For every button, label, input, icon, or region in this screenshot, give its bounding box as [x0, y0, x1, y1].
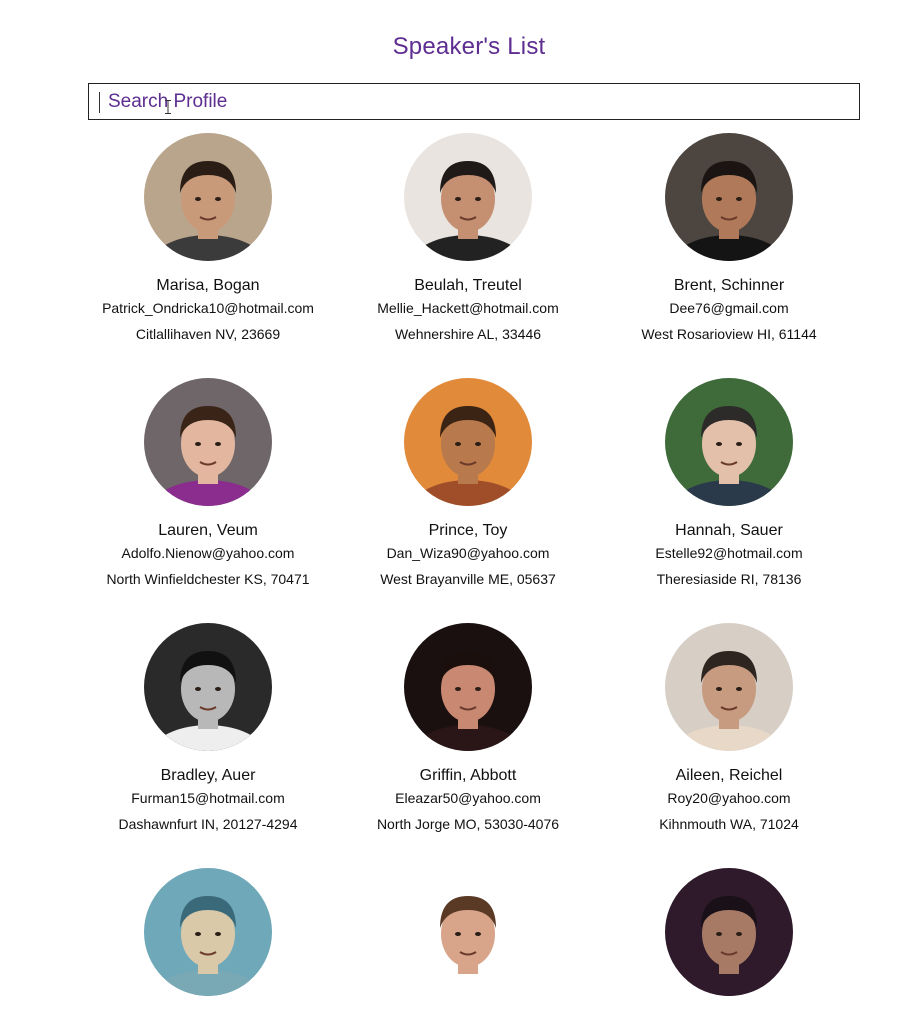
speaker-email[interactable]: Dee76@gmail.com — [579, 299, 879, 317]
speaker-email[interactable]: Estelle92@hotmail.com — [579, 544, 879, 562]
avatar-photo-icon — [665, 623, 793, 751]
speaker-name: Hannah, Sauer — [675, 522, 783, 539]
avatar — [665, 378, 793, 506]
page-title: Speaker's List — [392, 33, 546, 60]
avatar — [144, 623, 272, 751]
avatar-photo-icon — [404, 868, 532, 996]
speaker-card[interactable]: Prince, Toy Dan_Wiza90@yahoo.com West Bray… — [318, 378, 618, 588]
avatar — [404, 133, 532, 261]
speaker-name: Griffin, Abbott — [419, 767, 517, 784]
avatar-photo-icon — [404, 133, 532, 261]
speaker-email[interactable]: Dan_Wiza90@yahoo.com — [318, 544, 618, 562]
speaker-card[interactable] — [318, 868, 618, 1011]
speaker-address: Dashawnfurt IN, 20127-4294 — [118, 816, 298, 832]
avatar-photo-icon — [665, 133, 793, 261]
avatar-photo-icon — [144, 623, 272, 751]
avatar — [665, 623, 793, 751]
speaker-card[interactable]: Lauren, Veum Adolfo.Nienow@yahoo.com North… — [58, 378, 358, 588]
avatar — [144, 868, 272, 996]
avatar — [144, 378, 272, 506]
avatar — [665, 868, 793, 996]
avatar-photo-icon — [144, 133, 272, 261]
avatar — [665, 133, 793, 261]
speaker-email[interactable]: Roy20@yahoo.com — [579, 789, 879, 807]
speaker-email[interactable]: Furman15@hotmail.com — [58, 789, 358, 807]
search-box[interactable] — [88, 83, 860, 120]
avatar-photo-icon — [665, 378, 793, 506]
avatar-photo-icon — [404, 378, 532, 506]
avatar — [144, 133, 272, 261]
speaker-email[interactable]: Mellie_Hackett@hotmail.com — [318, 299, 618, 317]
speaker-name: Lauren, Veum — [158, 522, 258, 539]
speaker-email[interactable]: Adolfo.Nienow@yahoo.com — [58, 544, 358, 562]
speaker-name: Marisa, Bogan — [156, 277, 260, 294]
speaker-name: Brent, Schinner — [673, 277, 785, 294]
speaker-card[interactable] — [579, 868, 879, 1011]
speaker-address: West Rosarioview HI, 61144 — [641, 326, 817, 342]
speaker-email[interactable]: Patrick_Ondricka10@hotmail.com — [58, 299, 358, 317]
speaker-address: Wehnershire AL, 33446 — [394, 326, 542, 342]
speaker-name: Bradley, Auer — [160, 767, 256, 784]
avatar-photo-icon — [665, 868, 793, 996]
speaker-card[interactable]: Griffin, Abbott Eleazar50@yahoo.com North … — [318, 623, 618, 833]
speaker-address: North Winfieldchester KS, 70471 — [106, 571, 310, 587]
speaker-card[interactable]: Brent, Schinner Dee76@gmail.com West Rosar… — [579, 133, 879, 343]
avatar — [404, 378, 532, 506]
avatar-photo-icon — [144, 378, 272, 506]
text-cursor-icon — [165, 100, 171, 114]
speaker-name: Prince, Toy — [428, 522, 508, 539]
speaker-email[interactable]: Eleazar50@yahoo.com — [318, 789, 618, 807]
avatar — [404, 623, 532, 751]
speaker-card[interactable]: Aileen, Reichel Roy20@yahoo.com Kihnmouth … — [579, 623, 879, 833]
speaker-card[interactable]: Beulah, Treutel Mellie_Hackett@hotmail.co… — [318, 133, 618, 343]
speaker-address: Citlallihaven NV, 23669 — [135, 326, 281, 342]
speaker-name: Aileen, Reichel — [675, 767, 783, 784]
text-caret — [99, 92, 100, 113]
speaker-card[interactable]: Bradley, Auer Furman15@hotmail.com Dashawn… — [58, 623, 358, 833]
speaker-address: West Brayanville ME, 05637 — [380, 571, 556, 587]
speaker-address: North Jorge MO, 53030-4076 — [376, 816, 560, 832]
search-input[interactable] — [108, 88, 848, 116]
avatar — [404, 868, 532, 996]
speaker-name: Beulah, Treutel — [414, 277, 522, 294]
avatar-photo-icon — [404, 623, 532, 751]
avatar-photo-icon — [144, 868, 272, 996]
speaker-card[interactable]: Hannah, Sauer Estelle92@hotmail.com Theres… — [579, 378, 879, 588]
speaker-address: Theresiaside RI, 78136 — [656, 571, 802, 587]
speaker-card[interactable] — [58, 868, 358, 1011]
speaker-card[interactable]: Marisa, Bogan Patrick_Ondricka10@hotmail.… — [58, 133, 358, 343]
speaker-address: Kihnmouth WA, 71024 — [659, 816, 799, 832]
